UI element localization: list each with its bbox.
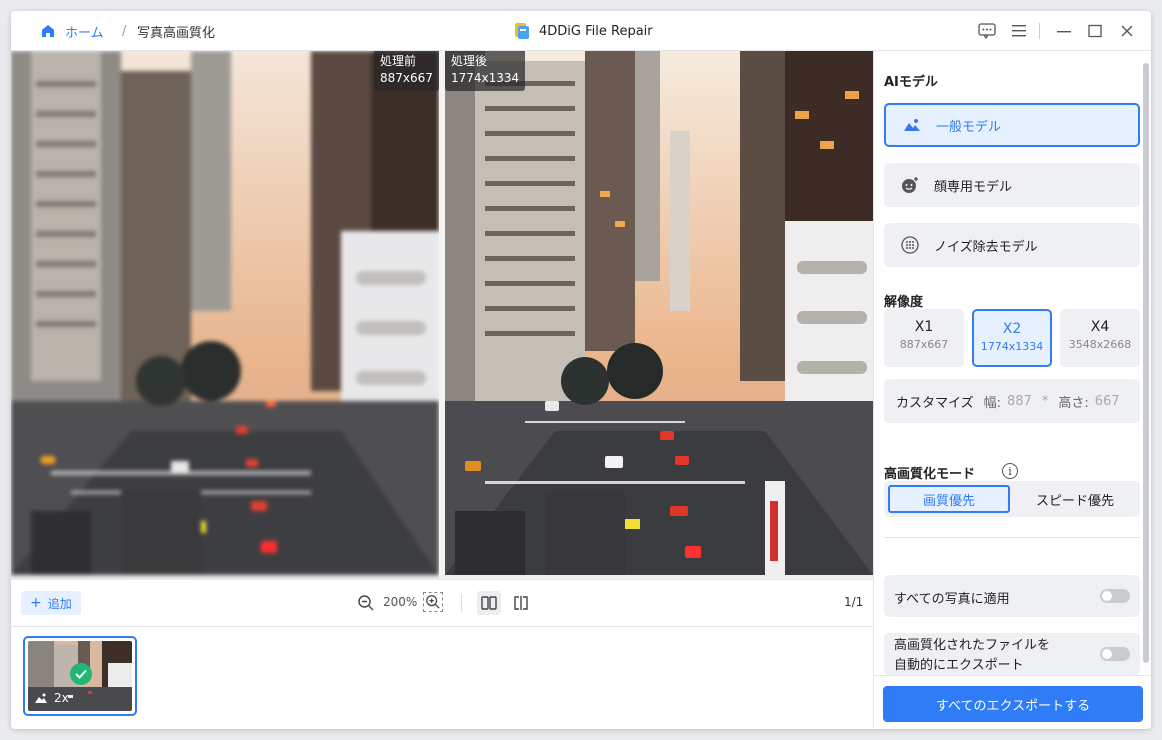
- breadcrumb-home[interactable]: ホーム: [65, 11, 104, 51]
- close-icon: [1121, 25, 1133, 37]
- minimize-button[interactable]: [1053, 21, 1075, 41]
- custom-height-input[interactable]: 667: [1095, 394, 1120, 409]
- mode-quality-option[interactable]: 画質優先: [888, 485, 1010, 513]
- app-window: ホーム / 写真高画質化 4DDiG File Repair 処理前 887x6…: [11, 11, 1151, 729]
- titlebar-divider: [1039, 23, 1040, 39]
- resolution-title: 解像度: [884, 295, 924, 310]
- custom-resolution[interactable]: カスタマイズ 幅: 887 * 高さ: 667: [884, 379, 1140, 423]
- custom-height-label: 高さ:: [1058, 395, 1089, 411]
- image-icon: [35, 693, 47, 703]
- app-title-text: 4DDiG File Repair: [539, 23, 653, 39]
- before-size: 887x667: [380, 71, 433, 85]
- model-face-label: 顔専用モデル: [934, 179, 1013, 195]
- panel-scrollbar[interactable]: [1143, 63, 1149, 663]
- toggle-knob: [1102, 649, 1112, 659]
- breadcrumb-current: 写真高画質化: [137, 25, 216, 41]
- zoom-out-icon[interactable]: [357, 594, 375, 612]
- minimize-icon: [1057, 31, 1071, 33]
- toggle-knob: [1102, 591, 1112, 601]
- apply-all-toggle[interactable]: [1100, 589, 1130, 603]
- side-by-side-icon: [481, 596, 497, 610]
- thumbnail-item[interactable]: 2x: [23, 636, 137, 716]
- noise-icon: [900, 235, 920, 255]
- preview-toolbar: + 追加 200% 1/1: [11, 579, 873, 627]
- before-badge: 処理前 887x667: [374, 51, 439, 91]
- ai-model-title: AIモデル: [884, 75, 938, 90]
- custom-width-label: 幅:: [983, 395, 1002, 411]
- zoom-in-icon: [426, 595, 440, 609]
- auto-export-label-line2: 自動的にエクスポート: [894, 658, 1024, 673]
- panel-divider: [884, 537, 1140, 538]
- split-compare-icon: [514, 596, 528, 610]
- resolution-x2-size: 1774x1334: [980, 340, 1044, 353]
- add-button[interactable]: + 追加: [21, 591, 81, 615]
- after-label: 処理後: [451, 54, 488, 68]
- resolution-x1-size: 887x667: [899, 338, 949, 351]
- resolution-x2-name: X2: [1002, 321, 1022, 337]
- info-icon[interactable]: i: [1002, 463, 1018, 479]
- custom-width-input[interactable]: 887: [1007, 394, 1032, 409]
- model-denoise-label: ノイズ除去モデル: [934, 239, 1038, 255]
- custom-times: *: [1041, 393, 1049, 409]
- zoom-level: 200%: [383, 595, 418, 609]
- apply-all-row: すべての写真に適用: [884, 575, 1140, 617]
- side-by-side-view-button[interactable]: [477, 591, 501, 615]
- model-general-label: 一般モデル: [936, 119, 1002, 135]
- model-general-button[interactable]: 一般モデル: [884, 103, 1140, 147]
- landscape-icon: [902, 115, 922, 135]
- resolution-x2-button[interactable]: X2 1774x1334: [972, 309, 1052, 367]
- auto-export-toggle[interactable]: [1100, 647, 1130, 661]
- feedback-button[interactable]: [976, 21, 998, 41]
- home-icon[interactable]: [40, 23, 56, 39]
- after-image: [445, 51, 873, 575]
- slider-compare-view-button[interactable]: [509, 591, 533, 615]
- apply-all-label: すべての写真に適用: [894, 592, 1010, 607]
- auto-export-label-line1: 高画質化されたファイルを: [894, 638, 1051, 653]
- after-badge: 処理後 1774x1334: [445, 51, 526, 91]
- close-button[interactable]: [1116, 21, 1138, 41]
- thumbnail-image: 2x: [28, 641, 132, 711]
- enhance-mode-selector: 画質優先 スピード優先: [884, 481, 1140, 517]
- resolution-x1-name: X1: [914, 319, 934, 335]
- app-title: 4DDiG File Repair: [513, 11, 653, 51]
- export-all-button[interactable]: すべてのエクスポートする: [883, 686, 1143, 722]
- resolution-x4-size: 3548x2668: [1068, 338, 1132, 351]
- custom-label: カスタマイズ: [896, 395, 974, 411]
- resolution-x1-button[interactable]: X1 887x667: [884, 309, 964, 367]
- thumbnail-scale: 2x: [34, 691, 69, 705]
- hamburger-icon: [1012, 25, 1026, 37]
- before-label: 処理前: [380, 54, 417, 68]
- toolbar-divider: [461, 594, 462, 612]
- resolution-x4-name: X4: [1090, 319, 1110, 335]
- plus-icon: +: [30, 595, 42, 611]
- export-area: すべてのエクスポートする: [874, 675, 1151, 729]
- done-check-icon: [70, 663, 92, 685]
- model-face-button[interactable]: 顔専用モデル: [884, 163, 1140, 207]
- auto-export-row: 高画質化されたファイルを 自動的にエクスポート: [884, 633, 1140, 675]
- preview-area: 処理前 887x667 処理後 1774x1334: [11, 51, 873, 579]
- chat-icon: [978, 23, 996, 39]
- face-icon: [900, 175, 920, 195]
- thumbnail-strip: 2x: [11, 627, 873, 729]
- resolution-x4-button[interactable]: X4 3548x2668: [1060, 309, 1140, 367]
- settings-panel: AIモデル 一般モデル 顔専用モデル ノイズ除去モデル 解像度 X1 887x6…: [873, 51, 1151, 729]
- titlebar: ホーム / 写真高画質化 4DDiG File Repair: [11, 11, 1151, 51]
- zoom-in-button[interactable]: [423, 592, 443, 612]
- breadcrumb-separator: /: [122, 23, 127, 39]
- add-button-label: 追加: [47, 596, 72, 611]
- auto-export-label: 高画質化されたファイルを 自動的にエクスポート: [894, 636, 1050, 676]
- before-image: [11, 51, 439, 575]
- thumbnail-scale-label: 2x: [54, 691, 69, 705]
- maximize-icon: [1088, 24, 1102, 38]
- enhance-mode-title: 高画質化モード: [884, 467, 976, 482]
- app-logo-icon: [515, 23, 529, 39]
- page-count: 1/1: [844, 595, 864, 609]
- maximize-button[interactable]: [1084, 21, 1106, 41]
- after-size: 1774x1334: [451, 71, 520, 85]
- mode-speed-option[interactable]: スピード優先: [1014, 485, 1136, 513]
- menu-button[interactable]: [1008, 21, 1030, 41]
- model-denoise-button[interactable]: ノイズ除去モデル: [884, 223, 1140, 267]
